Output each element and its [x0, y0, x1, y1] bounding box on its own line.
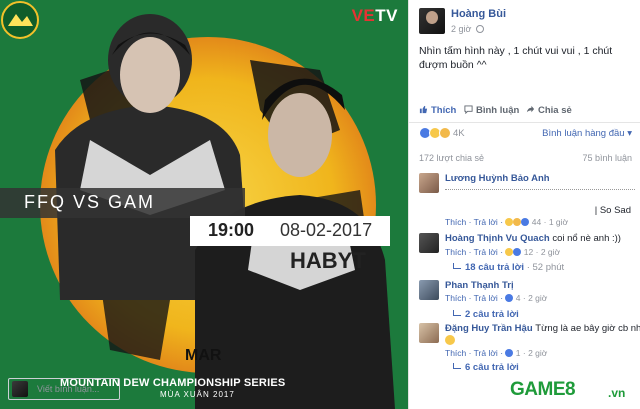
- comment-text: coi nổ nè anh :)): [552, 233, 621, 244]
- commenter-name: Hoàng Thịnh Vu Quach coi nổ nè anh :)): [445, 233, 621, 244]
- comment-meta: Thích · Trả lời · 12 · 2 giờ: [445, 247, 561, 257]
- commenter-avatar[interactable]: [419, 233, 439, 253]
- haha-icon: [505, 248, 514, 256]
- comment-time[interactable]: 2 giờ: [541, 247, 560, 257]
- commenter-name: Đặng Huy Trần Hậu Từng là ae bây giờ cb …: [445, 323, 640, 334]
- jersey-text-2: MAR: [185, 347, 222, 364]
- author-avatar[interactable]: [419, 8, 445, 34]
- schedule-banner: 19:00 08-02-2017: [190, 216, 390, 246]
- comment-react-count[interactable]: 12: [524, 247, 533, 257]
- comment-reply-link[interactable]: Trả lời: [474, 217, 498, 227]
- like-icon: [505, 349, 514, 357]
- comment-reply-link[interactable]: Trả lời: [474, 247, 498, 257]
- post-text: Nhìn tấm hình này , 1 chút vui vui , 1 c…: [419, 45, 613, 71]
- comment-icon: [464, 105, 473, 114]
- replies-count: 6 câu trả lời: [465, 362, 519, 373]
- share-count[interactable]: 172 lượt chia sẻ: [419, 153, 484, 163]
- comment-like-link[interactable]: Thích: [445, 293, 466, 303]
- commenter-avatar[interactable]: [419, 173, 439, 193]
- share-icon: [526, 105, 535, 113]
- comment-react-count[interactable]: 1: [516, 348, 521, 358]
- emoji-icon: [445, 335, 455, 345]
- match-poster: HABYT MAR VETV FFQ VS GAM 19:00 08-02-20…: [0, 0, 408, 409]
- replies-time: 52 phút: [532, 262, 565, 273]
- write-comment-input[interactable]: Viết bình luận...: [8, 378, 120, 400]
- event-season: MÙA XUÂN 2017: [160, 390, 235, 399]
- reply-arrow-icon: [453, 363, 461, 369]
- vetv-brand: VE: [351, 6, 376, 25]
- replies-count: 18 câu trả lời: [465, 262, 525, 273]
- facebook-post-panel: Hoàng Bùi 2 giờ Nhìn tấm hình này , 1 ch…: [408, 0, 640, 409]
- comment-like-link[interactable]: Thích: [445, 247, 466, 257]
- comment-like-link[interactable]: Thích: [445, 348, 466, 358]
- author-name[interactable]: Hoàng Bùi: [451, 8, 506, 20]
- view-replies-link[interactable]: 18 câu trả lời · 52 phút: [453, 262, 564, 273]
- like-icon: [521, 218, 530, 226]
- post-time[interactable]: 2 giờ: [451, 24, 484, 34]
- comment-meta: Thích · Trả lời · 1 · 2 giờ: [445, 348, 548, 358]
- match-time: 19:00: [208, 220, 255, 240]
- comment-time[interactable]: 2 giờ: [528, 348, 547, 358]
- comment-react-count[interactable]: 44: [532, 217, 541, 227]
- like-label: Thích: [431, 105, 457, 116]
- comment-reply-link[interactable]: Trả lời: [474, 293, 498, 303]
- comment-time[interactable]: 1 giờ: [549, 217, 568, 227]
- sad-reaction-icon: [439, 127, 451, 139]
- view-replies-link[interactable]: 6 câu trả lời: [453, 362, 519, 373]
- thumbs-up-icon: [419, 105, 428, 114]
- comment-react-count[interactable]: 4: [516, 293, 521, 303]
- game8-tld: .vn: [608, 386, 626, 400]
- replies-count: 2 câu trả lời: [465, 309, 519, 320]
- vetv-watermark: VETV: [352, 6, 398, 26]
- commenter-name[interactable]: Phan Thạnh Trị: [445, 280, 514, 291]
- globe-icon: [475, 25, 484, 33]
- reaction-count[interactable]: 4K: [453, 128, 465, 139]
- commenter-name[interactable]: Lương Huỳnh Bảo Anh: [445, 173, 550, 184]
- post-time-text: 2 giờ: [451, 24, 472, 34]
- comment-meta: Thích · Trả lời · 44 · 1 giờ: [445, 217, 569, 227]
- sort-comments-dropdown[interactable]: Bình luận hàng đầu ▾: [542, 128, 632, 139]
- comment-text: Từng là ae bây giờ cb nhau: [535, 323, 640, 334]
- commenter-name-link[interactable]: Hoàng Thịnh Vu Quach: [445, 233, 550, 244]
- commenter-avatar[interactable]: [419, 280, 439, 300]
- commenter-avatar[interactable]: [419, 323, 439, 343]
- matchup-text: FFQ VS GAM: [24, 192, 156, 212]
- reply-arrow-icon: [453, 263, 461, 269]
- comment-like-link[interactable]: Thích: [445, 217, 466, 227]
- haha-icon: [505, 218, 514, 226]
- comment-count[interactable]: 75 bình luận: [582, 153, 632, 163]
- like-icon: [505, 294, 514, 302]
- sad-icon: [513, 218, 522, 226]
- share-label: Chia sẻ: [538, 105, 572, 116]
- comment-divider: [445, 189, 635, 190]
- like-button[interactable]: Thích: [419, 105, 456, 116]
- comment-time[interactable]: 2 giờ: [528, 293, 547, 303]
- game8-watermark: GAME8 .vn: [510, 378, 636, 404]
- view-replies-link[interactable]: 2 câu trả lời: [453, 309, 519, 320]
- vetv-tv: TV: [375, 6, 398, 25]
- match-date: 08-02-2017: [280, 220, 373, 240]
- comment-reply-link[interactable]: Trả lời: [474, 348, 498, 358]
- commenter-name-link[interactable]: Đặng Huy Trần Hậu: [445, 323, 533, 334]
- like-icon: [513, 248, 522, 256]
- comment-extra-text: | So Sad: [594, 205, 631, 216]
- post-actions: Thích Bình luận Chia sẻ: [409, 101, 640, 123]
- share-button[interactable]: Chia sẻ: [526, 105, 572, 116]
- matchup-banner: FFQ VS GAM: [0, 188, 245, 218]
- mountain-dew-logo: [1, 1, 39, 39]
- comment-label: Bình luận: [476, 105, 520, 116]
- reply-arrow-icon: [453, 310, 461, 316]
- jersey-text: HABYT: [290, 248, 366, 273]
- game8-brand: GAME8: [510, 379, 576, 400]
- comment-meta: Thích · Trả lời · 4 · 2 giờ: [445, 293, 548, 303]
